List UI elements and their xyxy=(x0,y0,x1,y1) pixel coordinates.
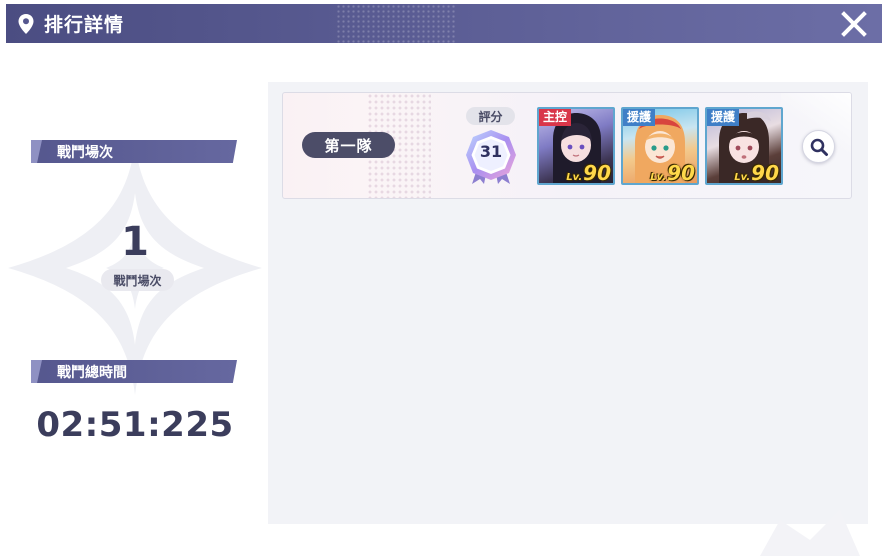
level-badge: Lv. 90 xyxy=(650,161,695,185)
stats-panel: 戰鬥場次 1 戰鬥場次 戰鬥總時間 02:51:225 xyxy=(0,43,270,556)
level-badge: Lv. 90 xyxy=(566,161,611,185)
character-card-3[interactable]: 援護 Lv. 90 xyxy=(705,107,783,185)
page-title: 排行詳情 xyxy=(44,14,125,36)
title-bar: 排行詳情 xyxy=(6,4,882,43)
score-label: 評分 xyxy=(466,107,515,125)
level-badge: Lv. 90 xyxy=(734,161,779,185)
battle-time-value: 02:51:225 xyxy=(36,405,234,445)
character-card-1[interactable]: 主控 Lv. 90 xyxy=(537,107,615,185)
close-icon[interactable] xyxy=(840,10,868,38)
team-name: 第一隊 xyxy=(302,132,395,158)
role-tag: 援護 xyxy=(707,109,740,126)
battle-time-label-bar: 戰鬥總時間 xyxy=(31,360,237,383)
inspect-team-button[interactable] xyxy=(802,130,835,163)
battle-count-value: 1 xyxy=(121,219,149,265)
search-icon xyxy=(810,138,828,156)
team-card: 第一隊 評分 31 主控 Lv. 90 援護 Lv. 90 援護 Lv. 90 xyxy=(282,92,852,199)
header-pattern xyxy=(336,4,456,43)
battle-count-label: 戰鬥場次 xyxy=(57,144,113,161)
location-pin-icon xyxy=(18,13,34,34)
battle-time-label: 戰鬥總時間 xyxy=(57,364,127,381)
background-deco xyxy=(760,510,860,556)
battle-count-caption: 戰鬥場次 xyxy=(101,269,174,291)
role-tag: 援護 xyxy=(623,109,656,126)
score-value: 31 xyxy=(479,142,503,161)
role-tag: 主控 xyxy=(539,109,572,126)
team-list-panel: 第一隊 評分 31 主控 Lv. 90 援護 Lv. 90 援護 Lv. 90 xyxy=(268,82,868,524)
character-card-2[interactable]: 援護 Lv. 90 xyxy=(621,107,699,185)
battle-count-label-bar: 戰鬥場次 xyxy=(31,140,237,163)
